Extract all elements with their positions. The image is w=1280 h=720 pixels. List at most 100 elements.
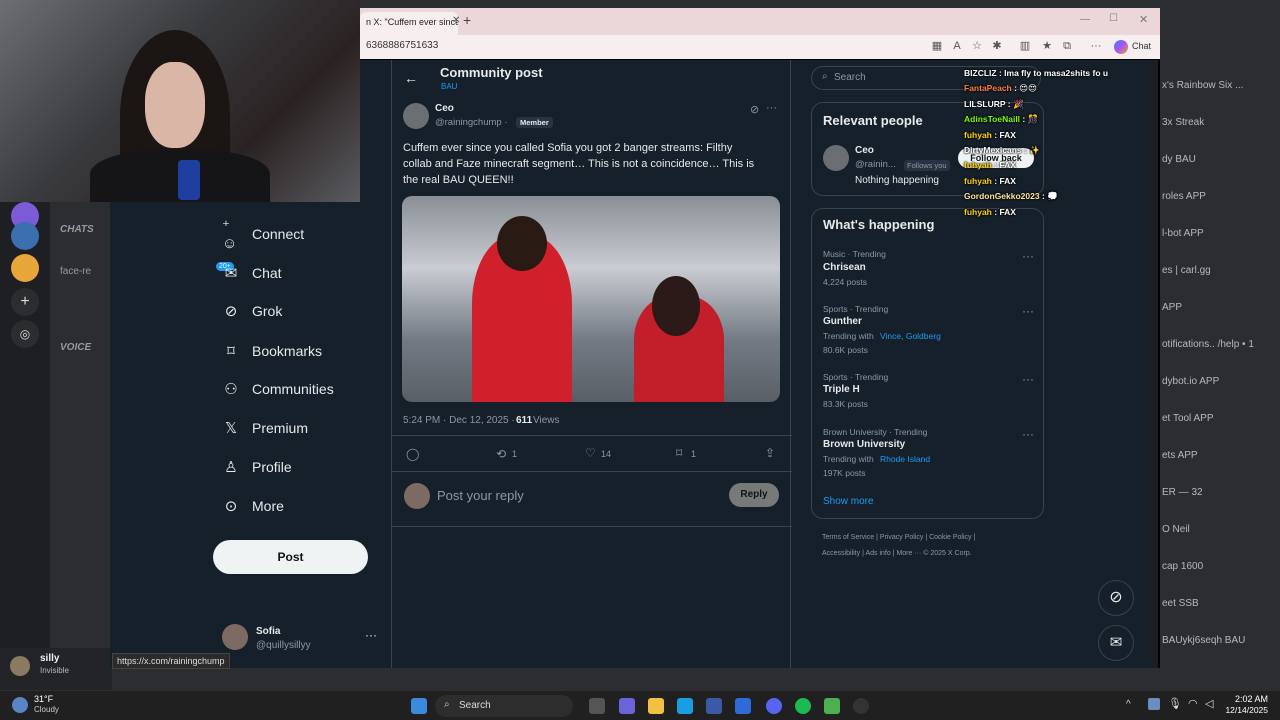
messages-float-icon[interactable]: ✉	[1098, 625, 1134, 661]
member-list-item[interactable]: x's Rainbow Six ...	[1162, 80, 1243, 91]
url-text[interactable]: 6368886751633	[366, 40, 438, 51]
clock-time[interactable]: 2:02 AM	[1228, 694, 1268, 704]
apps-icon[interactable]: ▦	[930, 39, 944, 53]
new-tab-icon[interactable]: +	[463, 12, 471, 28]
member-list-item[interactable]: dybot.io APP	[1162, 376, 1219, 387]
trend-more-icon[interactable]: ···	[1022, 304, 1034, 318]
app-icon[interactable]	[824, 698, 840, 714]
member-list-item[interactable]: cap 1600	[1162, 561, 1203, 572]
footer-links[interactable]: Accessibility | Ads info | More ··· © 20…	[822, 550, 972, 557]
post-timestamp[interactable]: 5:24 PM · Dec 12, 2025 ·	[403, 415, 515, 426]
community-link[interactable]: BAU	[441, 82, 457, 91]
member-list-item[interactable]: es | carl.gg	[1162, 265, 1211, 276]
obs-icon[interactable]	[853, 698, 869, 714]
reply-icon[interactable]: ◯	[406, 447, 419, 461]
more-icon[interactable]: ···	[766, 102, 777, 114]
tray-app-icon[interactable]	[1148, 698, 1160, 710]
member-list-item[interactable]: et Tool APP	[1162, 413, 1214, 424]
wifi-icon[interactable]: ◠	[1188, 697, 1198, 710]
menu-icon[interactable]: ···	[1089, 39, 1103, 53]
member-list-item[interactable]: APP	[1162, 302, 1182, 313]
nav-connect[interactable]: ⁺☺ Connect	[222, 218, 304, 252]
post-image[interactable]	[402, 196, 780, 402]
member-list-item[interactable]: l-bot APP	[1162, 228, 1204, 239]
spotify-icon[interactable]	[795, 698, 811, 714]
share-icon[interactable]: ⇪	[765, 446, 775, 460]
nav-communities[interactable]: ⚇ Communities	[222, 374, 333, 404]
discord-icon[interactable]	[766, 698, 782, 714]
author-handle[interactable]: @rainingchump ·	[435, 117, 507, 128]
split-screen-icon[interactable]: ▥	[1018, 39, 1032, 53]
member-list-item[interactable]: BAUykj6seqh BAU	[1162, 635, 1245, 646]
maximize-icon[interactable]: ☐	[1109, 13, 1118, 24]
favorites-icon[interactable]: ★	[1040, 39, 1054, 53]
reply-input[interactable]: Post your reply	[437, 488, 524, 503]
footer-links[interactable]: Terms of Service | Privacy Policy | Cook…	[822, 534, 975, 541]
tray-chevron-icon[interactable]: ^	[1126, 699, 1131, 710]
weather-temp[interactable]: 31°F	[34, 694, 53, 704]
reply-button[interactable]: Reply	[729, 483, 779, 507]
discover-icon[interactable]: ◎	[11, 320, 39, 348]
minimize-icon[interactable]: —	[1080, 14, 1090, 25]
mail-app-icon[interactable]	[735, 698, 751, 714]
close-window-icon[interactable]: ✕	[1139, 13, 1148, 26]
close-tab-icon[interactable]: ✕	[452, 15, 460, 26]
extensions-icon[interactable]: ✱	[990, 39, 1004, 53]
account-menu-icon[interactable]: ···	[365, 628, 377, 642]
store-icon[interactable]	[706, 698, 722, 714]
edge-icon[interactable]	[677, 698, 693, 714]
trend-more-icon[interactable]: ···	[1022, 372, 1034, 386]
server-icon[interactable]	[11, 222, 39, 250]
copilot-label[interactable]: Chat	[1132, 41, 1151, 51]
nav-premium[interactable]: 𝕏 Premium	[222, 413, 308, 443]
avatar[interactable]	[403, 103, 429, 129]
member-list-item[interactable]: otifications.. /help • 1	[1162, 339, 1254, 350]
member-list-item[interactable]: ER — 32	[1162, 487, 1203, 498]
trend-name[interactable]: Brown University	[823, 439, 905, 450]
scrollbar[interactable]	[1150, 60, 1158, 668]
weather-desc[interactable]: Cloudy	[34, 705, 59, 714]
nav-grok[interactable]: ⊘ Grok	[222, 296, 283, 326]
tab-active[interactable]: n X: "Cuffem ever since	[360, 12, 458, 35]
member-list-item[interactable]: ets APP	[1162, 450, 1198, 461]
favorite-icon[interactable]: ☆	[970, 39, 984, 53]
trend-links[interactable]: Rhode Island	[880, 454, 930, 464]
channel-item[interactable]: face-re	[60, 266, 91, 277]
read-aloud-icon[interactable]: A	[950, 39, 964, 53]
like-icon[interactable]: ♡	[585, 446, 596, 460]
member-list-item[interactable]: dy BAU	[1162, 154, 1196, 165]
copilot-app-icon[interactable]	[619, 698, 635, 714]
back-arrow-icon[interactable]: ←	[404, 70, 418, 86]
nav-bookmarks[interactable]: ⌑ Bookmarks	[222, 336, 322, 366]
post-button[interactable]: Post	[213, 540, 368, 574]
member-list-item[interactable]: O Neil	[1162, 524, 1190, 535]
trend-name[interactable]: Gunther	[823, 316, 862, 327]
trend-name[interactable]: Chrisean	[823, 262, 866, 273]
copilot-icon[interactable]	[1114, 40, 1128, 54]
file-explorer-icon[interactable]	[648, 698, 664, 714]
nav-profile[interactable]: ♙ Profile	[222, 452, 291, 482]
taskbar-search[interactable]: ⌕ Search	[435, 695, 573, 717]
discord-user-panel[interactable]: silly Invisible	[0, 648, 112, 690]
grok-float-icon[interactable]: ⊘	[1098, 580, 1134, 616]
person-name[interactable]: Ceo	[855, 145, 874, 156]
trend-links[interactable]: Vince, Goldberg	[880, 331, 941, 341]
grok-icon[interactable]: ⊘	[750, 103, 759, 116]
repost-icon[interactable]: ⟲	[496, 447, 506, 461]
author-name[interactable]: Ceo	[435, 103, 454, 114]
task-view-icon[interactable]	[589, 698, 605, 714]
nav-more[interactable]: ⊙ More	[222, 491, 284, 521]
profile-icon[interactable]	[1066, 39, 1080, 53]
trend-more-icon[interactable]: ···	[1022, 249, 1034, 263]
trend-name[interactable]: Triple H	[823, 384, 860, 395]
nav-chat[interactable]: ✉ Chat	[222, 258, 282, 288]
volume-icon[interactable]: ◁	[1205, 697, 1213, 710]
member-list-item[interactable]: 3x Streak	[1162, 117, 1204, 128]
bookmark-icon[interactable]: ⌑	[676, 446, 682, 460]
avatar[interactable]	[823, 145, 849, 171]
address-bar[interactable]: 6368886751633 ▦ A ☆ ✱ ▥ ★ ⧉ ··· Chat	[360, 35, 1160, 59]
trend-more-icon[interactable]: ···	[1022, 427, 1034, 441]
server-icon[interactable]	[11, 254, 39, 282]
windows-start-icon[interactable]	[411, 698, 427, 714]
clock-date[interactable]: 12/14/2025	[1218, 705, 1268, 715]
